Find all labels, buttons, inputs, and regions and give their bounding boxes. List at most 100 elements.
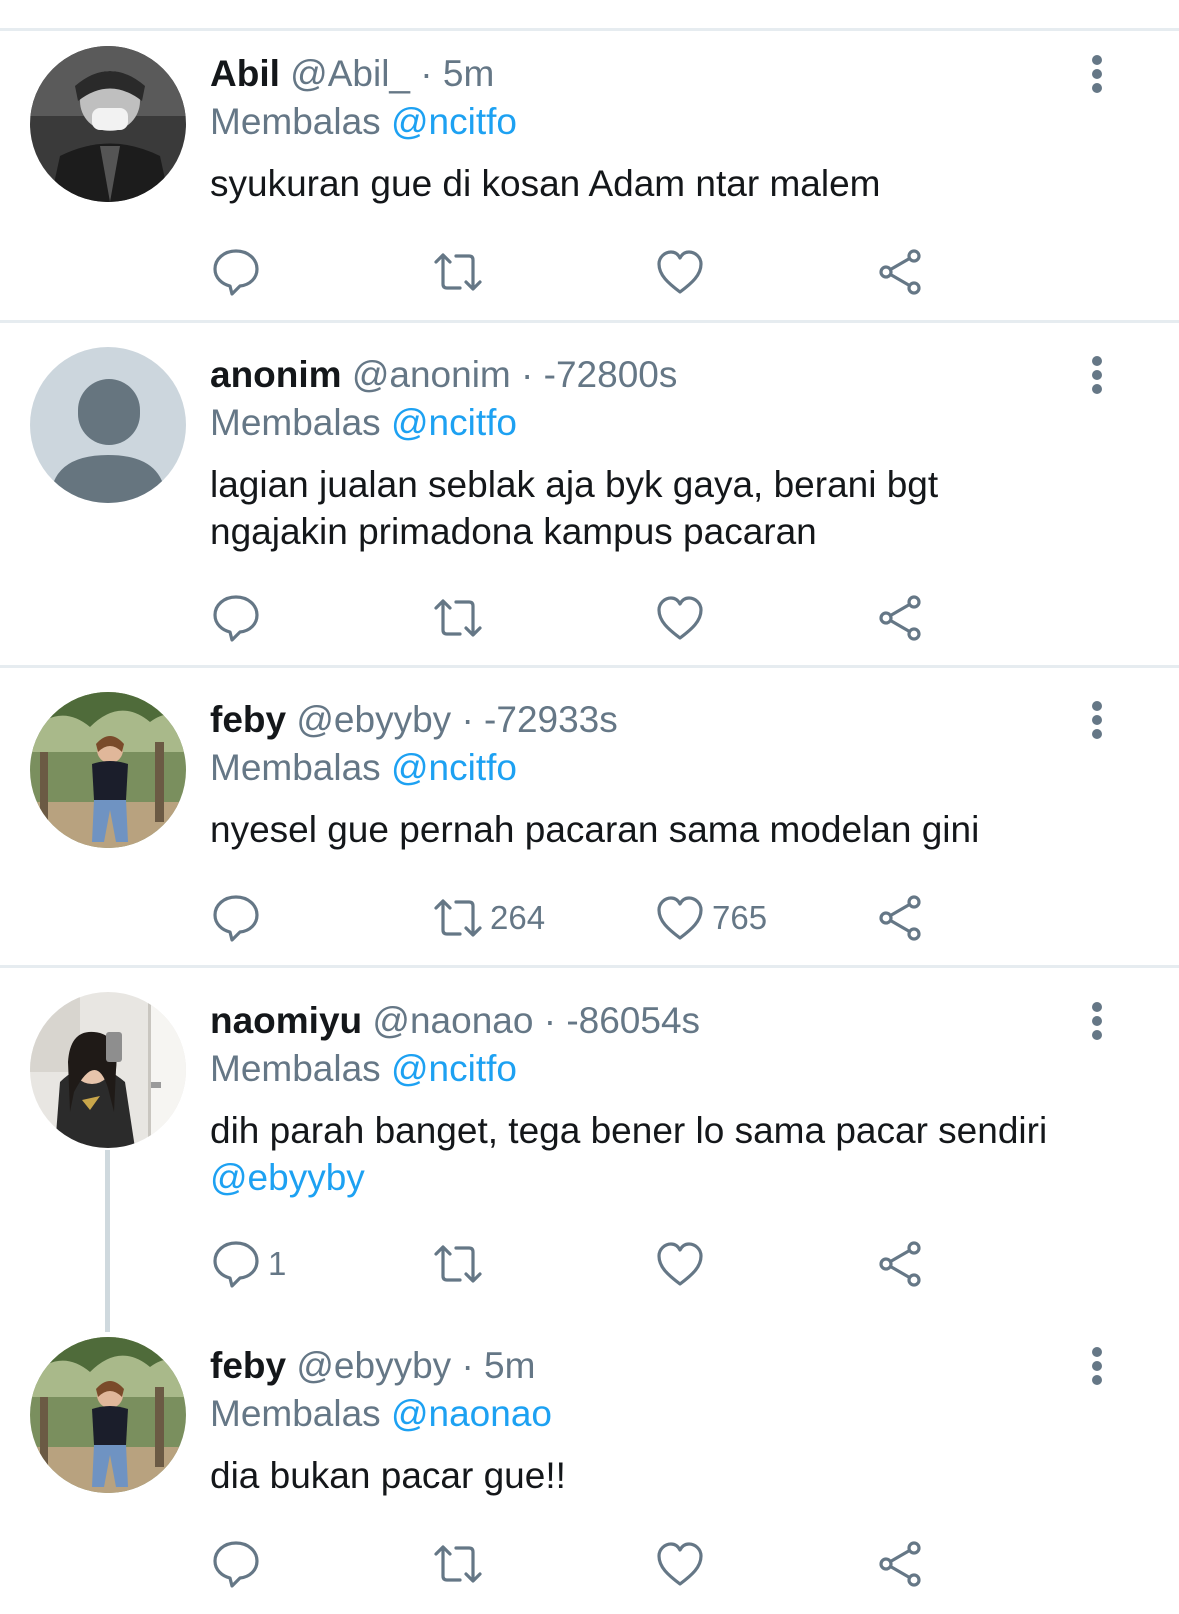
more-options-button[interactable] [1080,999,1114,1043]
retweet-icon [434,1545,482,1583]
tweet-actions: 264 765 [210,890,1110,946]
retweet-icon [434,1245,482,1283]
avatar[interactable] [30,992,186,1148]
more-vertical-icon [1092,356,1102,394]
more-options-button[interactable] [1080,698,1114,742]
retweet-icon [434,599,482,637]
reply-icon [213,1241,259,1288]
tweet-body: syukuran gue di kosan Adam ntar malem [210,163,881,204]
thread-connector [105,1150,110,1332]
username[interactable]: @ebyyby [296,699,451,740]
share-button[interactable] [874,590,926,646]
timestamp[interactable]: · 5m [420,53,494,94]
display-name[interactable]: Abil [210,53,280,94]
more-vertical-icon [1092,1347,1102,1385]
timestamp[interactable]: · -72800s [521,354,677,395]
reply-icon [213,895,259,942]
share-button[interactable] [874,244,926,300]
display-name[interactable]: feby [210,699,286,740]
like-count: 765 [712,899,768,936]
reply-context: Membalas @ncitfo [210,401,517,445]
heart-icon [657,596,703,640]
more-options-button[interactable] [1080,52,1114,96]
username[interactable]: @naonao [372,1000,533,1041]
reply-button[interactable]: 1 [210,1236,286,1292]
heart-icon [657,250,703,294]
heart-icon [657,1542,703,1586]
share-icon [879,895,921,941]
retweet-button[interactable]: 264 [432,890,545,946]
like-button[interactable] [654,1536,712,1592]
divider [0,320,1179,323]
more-options-button[interactable] [1080,353,1114,397]
share-icon [879,1541,921,1587]
reply-button[interactable] [210,244,268,300]
divider [0,965,1179,968]
tweet-header: naomiyu @naonao · -86054s [210,999,700,1043]
heart-icon [657,1242,703,1286]
reply-context: Membalas @ncitfo [210,746,517,790]
reply-count: 1 [268,1245,287,1282]
avatar[interactable] [30,46,186,202]
retweet-button[interactable] [432,1536,490,1592]
heart-icon [657,896,703,940]
reply-to-link[interactable]: @ncitfo [391,402,517,443]
display-name[interactable]: naomiyu [210,1000,362,1041]
username[interactable]: @Abil_ [290,53,410,94]
retweet-icon [434,899,482,937]
reply-prefix: Membalas [210,101,381,142]
more-vertical-icon [1092,1002,1102,1040]
timestamp[interactable]: · -72933s [461,699,617,740]
reply-prefix: Membalas [210,402,381,443]
timestamp[interactable]: · 5m [461,1345,535,1386]
tweet-text: nyesel gue pernah pacaran sama modelan g… [210,806,1090,853]
timestamp[interactable]: · -86054s [544,1000,700,1041]
reply-prefix: Membalas [210,1393,381,1434]
reply-context: Membalas @ncitfo [210,1047,517,1091]
share-icon [879,249,921,295]
share-button[interactable] [874,890,926,946]
retweet-button[interactable] [432,244,490,300]
display-name[interactable]: anonim [210,354,342,395]
tweet-text: syukuran gue di kosan Adam ntar malem [210,160,1090,207]
more-options-button[interactable] [1080,1344,1114,1388]
like-button[interactable] [654,1236,712,1292]
retweet-button[interactable] [432,1236,490,1292]
reply-button[interactable] [210,890,268,946]
reply-prefix: Membalas [210,1048,381,1089]
username[interactable]: @anonim [352,354,511,395]
share-button[interactable] [874,1536,926,1592]
like-button[interactable]: 765 [654,890,767,946]
tweet-body: dia bukan pacar gue!! [210,1455,566,1496]
like-button[interactable] [654,244,712,300]
avatar[interactable] [30,1337,186,1493]
tweet-text: lagian jualan seblak aja byk gaya, beran… [210,461,970,555]
reply-to-link[interactable]: @ncitfo [391,747,517,788]
more-vertical-icon [1092,55,1102,93]
reply-context: Membalas @naonao [210,1392,552,1436]
avatar[interactable] [30,692,186,848]
tweet-actions [210,590,1110,646]
tweet-header: feby @ebyyby · 5m [210,1344,535,1388]
divider [0,665,1179,668]
reply-to-link[interactable]: @ncitfo [391,101,517,142]
avatar[interactable] [30,347,186,503]
top-divider [0,28,1179,31]
username[interactable]: @ebyyby [296,1345,451,1386]
mention-link[interactable]: @ebyyby [210,1157,365,1198]
reply-button[interactable] [210,1536,268,1592]
reply-to-link[interactable]: @ncitfo [391,1048,517,1089]
retweet-count: 264 [490,899,546,936]
tweet-text: dia bukan pacar gue!! [210,1452,1090,1499]
reply-icon [213,595,259,642]
retweet-icon [434,253,482,291]
reply-button[interactable] [210,590,268,646]
like-button[interactable] [654,590,712,646]
display-name[interactable]: feby [210,1345,286,1386]
retweet-button[interactable] [432,590,490,646]
share-button[interactable] [874,1236,926,1292]
tweet-actions [210,1536,1110,1592]
reply-to-link[interactable]: @naonao [391,1393,552,1434]
tweet-header: anonim @anonim · -72800s [210,353,677,397]
reply-prefix: Membalas [210,747,381,788]
